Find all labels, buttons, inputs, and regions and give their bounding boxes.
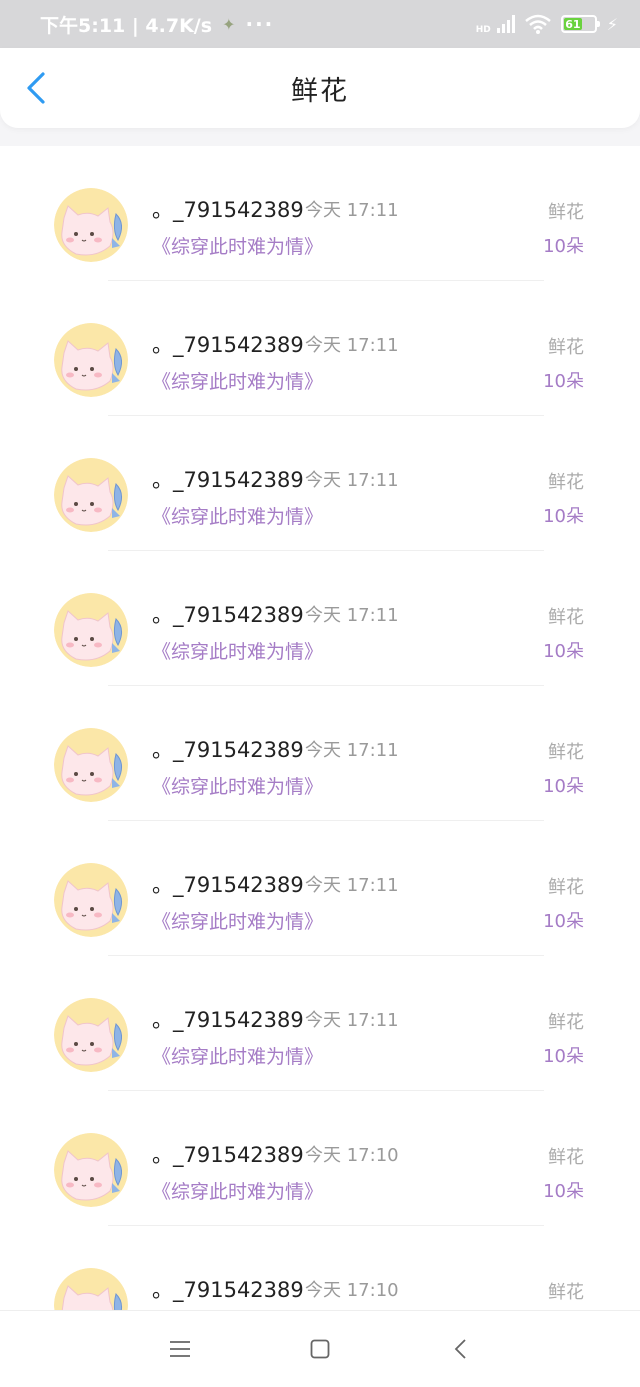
book-title[interactable]: 《综穿此时难为情》 — [152, 1042, 323, 1069]
signal-icon — [496, 15, 515, 33]
user-name[interactable]: 。_791542389 — [152, 599, 304, 629]
menu-icon — [170, 1341, 190, 1357]
gift-row[interactable]: 。_791542389 今天 17:11 《综穿此时难为情》 鲜花 10朵 — [0, 281, 640, 416]
battery-label: 61 — [565, 17, 581, 31]
gift-count: 10朵 — [543, 776, 584, 797]
gift-row[interactable]: 。_791542389 今天 17:11 《综穿此时难为情》 鲜花 10朵 — [0, 686, 640, 821]
avatar[interactable] — [54, 458, 128, 532]
avatar-cat-image — [54, 728, 128, 802]
avatar-cat-image — [54, 593, 128, 667]
user-name[interactable]: 。_791542389 — [152, 329, 304, 359]
gift-time: 今天 17:11 — [305, 1010, 399, 1031]
gift-time: 今天 17:11 — [305, 740, 399, 761]
avatar-cat-image — [54, 458, 128, 532]
gift-row[interactable]: 。_791542389 今天 17:11 《综穿此时难为情》 鲜花 10朵 — [0, 956, 640, 1091]
notification-dot-icon: ✦ — [222, 14, 236, 34]
system-nav-bar — [0, 1310, 640, 1387]
book-title[interactable]: 《综穿此时难为情》 — [152, 907, 323, 934]
gift-count: 10朵 — [543, 236, 584, 257]
user-name[interactable]: 。_791542389 — [152, 464, 304, 494]
nav-back-button[interactable] — [440, 1329, 480, 1369]
page-title: 鲜花 — [291, 75, 349, 107]
gift-time: 今天 17:11 — [305, 335, 399, 356]
book-title[interactable]: 《综穿此时难为情》 — [152, 1177, 323, 1204]
avatar[interactable] — [54, 323, 128, 397]
status-time-speed: 下午5:11 | 4.7K/s — [40, 14, 213, 37]
hd-label: HD — [475, 24, 491, 35]
home-square-icon — [310, 1339, 330, 1359]
gift-count: 10朵 — [543, 911, 584, 932]
gift-type: 鲜花 — [548, 1012, 584, 1033]
gift-row[interactable]: 。_791542389 今天 17:10 鲜花 — [0, 1226, 640, 1310]
gift-time: 今天 17:10 — [305, 1280, 399, 1301]
back-button[interactable] — [18, 70, 54, 106]
gift-type: 鲜花 — [548, 337, 584, 358]
gift-count: 10朵 — [543, 506, 584, 527]
gift-row[interactable]: 。_791542389 今天 17:11 《综穿此时难为情》 鲜花 10朵 — [0, 416, 640, 551]
avatar[interactable] — [54, 188, 128, 262]
avatar-cat-image — [54, 998, 128, 1072]
gift-time: 今天 17:11 — [305, 605, 399, 626]
gift-time: 今天 17:11 — [305, 875, 399, 896]
battery-icon: 61 — [560, 15, 600, 33]
status-right: HD 61 ⚡ — [476, 14, 618, 35]
chevron-left-icon — [27, 72, 45, 104]
gift-list[interactable]: 。_791542389 今天 17:11 《综穿此时难为情》 鲜花 10朵 。_… — [0, 146, 640, 1310]
gift-row[interactable]: 。_791542389 今天 17:11 《综穿此时难为情》 鲜花 10朵 — [0, 551, 640, 686]
gift-type: 鲜花 — [548, 472, 584, 493]
avatar-cat-image — [54, 188, 128, 262]
gift-count: 10朵 — [543, 371, 584, 392]
user-name[interactable]: 。_791542389 — [152, 1004, 304, 1034]
more-notifications: ··· — [245, 12, 275, 36]
gift-row[interactable]: 。_791542389 今天 17:11 《综穿此时难为情》 鲜花 10朵 — [0, 146, 640, 281]
avatar[interactable] — [54, 1268, 128, 1310]
gift-row[interactable]: 。_791542389 今天 17:10 《综穿此时难为情》 鲜花 10朵 — [0, 1091, 640, 1226]
user-name[interactable]: 。_791542389 — [152, 869, 304, 899]
book-title[interactable]: 《综穿此时难为情》 — [152, 772, 323, 799]
avatar[interactable] — [54, 728, 128, 802]
avatar[interactable] — [54, 1133, 128, 1207]
gift-time: 今天 17:11 — [305, 200, 399, 221]
avatar[interactable] — [54, 998, 128, 1072]
avatar-cat-image — [54, 323, 128, 397]
avatar[interactable] — [54, 863, 128, 937]
wifi-icon — [524, 14, 551, 34]
gift-type: 鲜花 — [548, 877, 584, 898]
header: 鲜花 — [0, 48, 640, 128]
gift-type: 鲜花 — [548, 742, 584, 763]
avatar[interactable] — [54, 593, 128, 667]
user-name[interactable]: 。_791542389 — [152, 1139, 304, 1169]
nav-home-button[interactable] — [300, 1329, 340, 1369]
book-title[interactable]: 《综穿此时难为情》 — [152, 637, 323, 664]
gift-type: 鲜花 — [548, 1147, 584, 1168]
avatar-cat-image — [54, 863, 128, 937]
charging-icon: ⚡ — [606, 14, 618, 34]
status-left: 下午5:11 | 4.7K/s ✦ ··· — [40, 11, 274, 38]
user-name[interactable]: 。_791542389 — [152, 734, 304, 764]
gift-count: 10朵 — [543, 1046, 584, 1067]
avatar-cat-image — [54, 1133, 128, 1207]
user-name[interactable]: 。_791542389 — [152, 1274, 304, 1304]
back-triangle-icon — [454, 1339, 466, 1359]
status-bar: 下午5:11 | 4.7K/s ✦ ··· HD 61 ⚡ — [0, 0, 640, 48]
book-title[interactable]: 《综穿此时难为情》 — [152, 502, 323, 529]
user-name[interactable]: 。_791542389 — [152, 194, 304, 224]
battery-level: 61 — [563, 17, 583, 31]
gift-type: 鲜花 — [548, 607, 584, 628]
gift-count: 10朵 — [543, 1181, 584, 1202]
gift-type: 鲜花 — [548, 1282, 584, 1303]
gift-time: 今天 17:11 — [305, 470, 399, 491]
gift-row[interactable]: 。_791542389 今天 17:11 《综穿此时难为情》 鲜花 10朵 — [0, 821, 640, 956]
nav-menu-button[interactable] — [160, 1329, 200, 1369]
book-title[interactable]: 《综穿此时难为情》 — [152, 367, 323, 394]
book-title[interactable]: 《综穿此时难为情》 — [152, 232, 323, 259]
gift-count: 10朵 — [543, 641, 584, 662]
gift-type: 鲜花 — [548, 202, 584, 223]
gift-time: 今天 17:10 — [305, 1145, 399, 1166]
avatar-cat-image — [54, 1268, 128, 1310]
